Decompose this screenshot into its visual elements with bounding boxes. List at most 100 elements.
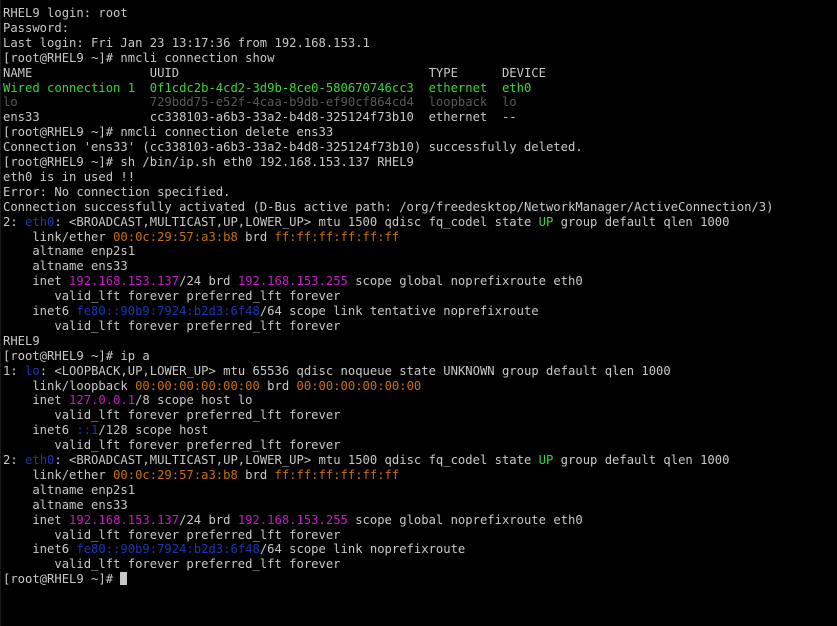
terminal-text: link/ether	[3, 229, 114, 244]
terminal-text: [root@RHEL9 ~]# nmcli connection show	[3, 50, 275, 65]
terminal-text: UP	[538, 214, 554, 229]
terminal-line: link/loopback 00:00:00:00:00:00 brd 00:0…	[3, 379, 421, 394]
terminal-text: [root@RHEL9 ~]# nmcli connection delete …	[3, 125, 334, 140]
terminal-line: Last login: Fri Jan 23 13:17:36 from 192…	[3, 36, 370, 51]
terminal-text: ff:ff:ff:ff:ff:ff	[274, 229, 400, 244]
terminal-text: lo	[25, 363, 40, 378]
terminal-line: valid_lft forever preferred_lft forever	[3, 318, 341, 334]
terminal-line: Connection 'ens33' (cc338103-a6b3-33a2-b…	[3, 140, 583, 155]
terminal-text: 00:0c:29:57:a3:b8	[113, 467, 238, 482]
terminal-line: eth0 is in used !!	[3, 170, 135, 185]
terminal-text: Password:	[3, 20, 70, 35]
terminal-line: inet 192.168.153.137/24 brd 192.168.153.…	[3, 274, 583, 289]
terminal-text: brd	[237, 467, 275, 482]
terminal-text: ff:ff:ff:ff:ff:ff	[274, 467, 400, 482]
terminal-text: link/ether	[3, 467, 114, 482]
terminal-text: valid_lft forever preferred_lft forever	[3, 408, 341, 423]
terminal-text: inet	[3, 393, 70, 408]
terminal-text: /128 scope host	[98, 423, 209, 438]
terminal-console[interactable]: RHEL9 login: root Password: Last login: Fr…	[0, 0, 837, 626]
terminal-line: inet6 fe80::90b9:7924:b2d3:6f48/64 scope…	[3, 542, 465, 557]
terminal-text: UP	[538, 453, 554, 467]
terminal-line: Password:	[3, 21, 69, 36]
terminal-line: 2: eth0: <BROADCAST,MULTICAST,UP,LOWER_U…	[3, 453, 729, 468]
terminal-text: altname enp2s1	[3, 244, 136, 259]
terminal-line: RHEL9	[3, 334, 40, 349]
terminal-text: valid_lft forever preferred_lft forever	[3, 527, 341, 542]
terminal-text: inet6	[3, 542, 77, 557]
terminal-text: 2:	[3, 214, 26, 229]
terminal-text: 192.168.153.255	[237, 512, 348, 527]
window-edge	[0, 0, 1, 626]
terminal-text: inet6	[3, 423, 77, 438]
terminal-line: 1: lo: <LOOPBACK,UP,LOWER_UP> mtu 65536 …	[3, 364, 671, 379]
terminal-line: [root@RHEL9 ~]# ip a	[3, 349, 150, 364]
terminal-text: 00:00:00:00:00:00	[135, 378, 260, 393]
terminal-text: [root@RHEL9 ~]#	[3, 572, 121, 587]
terminal-text: inet	[3, 274, 70, 289]
terminal-line: valid_lft forever preferred_lft forever	[3, 289, 341, 304]
terminal-text: Wired connection 1 0f1cdc2b-4cd2-3d9b-8c…	[3, 80, 532, 95]
terminal-text: valid_lft forever preferred_lft forever	[3, 318, 341, 333]
terminal-text: valid_lft forever preferred_lft forever	[3, 289, 341, 304]
terminal-text: scope global noprefixroute eth0	[347, 274, 583, 289]
terminal-text: ::1	[76, 423, 99, 438]
terminal-line: valid_lft forever preferred_lft forever	[3, 408, 341, 423]
terminal-line: inet 127.0.0.1/8 scope host lo	[3, 393, 253, 408]
terminal-text: : <LOOPBACK,UP,LOWER_UP> mtu 65536 qdisc…	[39, 363, 671, 378]
terminal-line: inet 192.168.153.137/24 brd 192.168.153.…	[3, 512, 583, 528]
terminal-text: group default qlen 1000	[553, 453, 730, 467]
terminal-text: lo 729bdd75-e52f-4caa-b9db-ef90cf864cd4 …	[3, 95, 517, 110]
terminal-line: altname ens33	[3, 497, 128, 513]
terminal-text: /8 scope host lo	[135, 393, 253, 408]
terminal-line: altname enp2s1	[3, 244, 135, 259]
terminal-text: link/loopback	[3, 378, 136, 393]
terminal-text: 192.168.153.255	[237, 274, 348, 289]
terminal-text: ens33 cc338103-a6b3-33a2-b4d8-325124f73b…	[3, 110, 517, 125]
terminal-text: brd	[259, 378, 297, 393]
terminal-text: : <BROADCAST,MULTICAST,UP,LOWER_UP> mtu …	[54, 214, 539, 229]
terminal-line: altname ens33	[3, 259, 128, 274]
terminal-line: valid_lft forever preferred_lft forever	[3, 438, 340, 453]
terminal-text: [root@RHEL9 ~]# sh /bin/ip.sh eth0 192.1…	[3, 155, 414, 169]
terminal-line: link/ether 00:0c:29:57:a3:b8 brd ff:ff:f…	[3, 468, 399, 483]
terminal-text: 127.0.0.1	[69, 393, 136, 408]
terminal-text: eth0	[25, 214, 55, 229]
terminal-line: Wired connection 1 0f1cdc2b-4cd2-3d9b-8c…	[3, 81, 531, 96]
terminal-text: valid_lft forever preferred_lft forever	[3, 557, 341, 572]
terminal-line: [root@RHEL9 ~]#	[3, 572, 128, 587]
terminal-line: ens33 cc338103-a6b3-33a2-b4d8-325124f73b…	[3, 110, 517, 125]
terminal-text: : <BROADCAST,MULTICAST,UP,LOWER_UP> mtu …	[54, 453, 539, 467]
terminal-text: /64 scope link noprefixroute	[259, 542, 466, 557]
terminal-text: RHEL9	[3, 333, 40, 348]
terminal-text: [root@RHEL9 ~]# ip a	[3, 348, 150, 363]
terminal-text: eth0	[25, 453, 55, 467]
terminal-line: Error: No connection specified.	[3, 185, 230, 200]
terminal-line: [root@RHEL9 ~]# sh /bin/ip.sh eth0 192.1…	[3, 155, 414, 170]
terminal-text: Connection successfully activated (D-Bus…	[3, 199, 774, 214]
terminal-text: /24 brd	[179, 512, 238, 527]
terminal-text: eth0 is in used !!	[3, 169, 136, 184]
terminal-line: [root@RHEL9 ~]# nmcli connection show	[3, 51, 275, 66]
terminal-text: altname ens33	[3, 259, 128, 274]
terminal-text: group default qlen 1000	[553, 214, 730, 229]
terminal-text: Connection 'ens33' (cc338103-a6b3-33a2-b…	[3, 140, 583, 155]
terminal-text: fe80::90b9:7924:b2d3:6f48	[76, 304, 260, 318]
terminal-text: /24 brd	[179, 274, 238, 289]
terminal-line: [root@RHEL9 ~]# nmcli connection delete …	[3, 125, 333, 140]
terminal-text: 00:00:00:00:00:00	[296, 378, 422, 393]
terminal-line: RHEL9 login: root	[3, 6, 128, 21]
terminal-text: 192.168.153.137	[69, 512, 180, 527]
terminal-text: altname ens33	[3, 497, 128, 512]
terminal-text: Last login: Fri Jan 23 13:17:36 from 192…	[3, 35, 370, 50]
terminal-line: NAME UUID TYPE DEVICE	[3, 66, 546, 81]
terminal-text: scope global noprefixroute eth0	[347, 512, 583, 527]
terminal-text: inet6	[3, 304, 77, 318]
terminal-line: link/ether 00:0c:29:57:a3:b8 brd ff:ff:f…	[3, 230, 399, 245]
terminal-text: Error: No connection specified.	[3, 184, 231, 199]
terminal-line: valid_lft forever preferred_lft forever	[3, 557, 341, 572]
text-cursor	[120, 572, 128, 586]
terminal-line: Connection successfully activated (D-Bus…	[3, 200, 773, 215]
terminal-text: /64 scope link tentative noprefixroute	[259, 304, 539, 318]
terminal-text: altname enp2s1	[3, 482, 136, 497]
